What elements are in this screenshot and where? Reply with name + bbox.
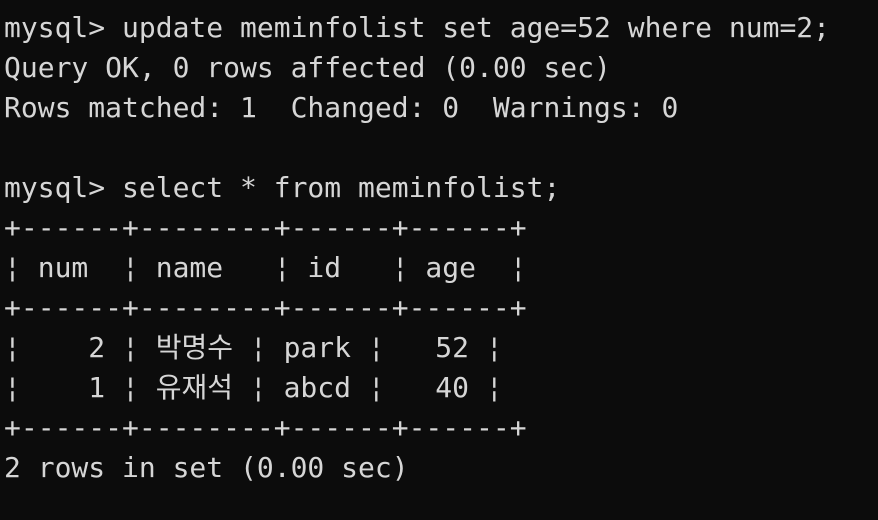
table-row: ¦ 1 ¦ 유재석 ¦ abcd ¦ 40 ¦ [4,371,503,404]
result-summary-line: 2 rows in set (0.00 sec) [4,451,409,484]
query-ok-line: Query OK, 0 rows affected (0.00 sec) [4,51,611,84]
table-border-top: +------+--------+------+------+ [4,211,527,244]
select-command-line: mysql> select * from meminfolist; [4,171,561,204]
table-border-middle: +------+--------+------+------+ [4,291,527,324]
update-command-line: mysql> update meminfolist set age=52 whe… [4,11,831,44]
table-border-bottom: +------+--------+------+------+ [4,411,527,444]
table-row: ¦ 2 ¦ 박명수 ¦ park ¦ 52 ¦ [4,331,503,364]
table-header-row: ¦ num ¦ name ¦ id ¦ age ¦ [4,251,527,284]
terminal-window[interactable]: mysql> update meminfolist set age=52 whe… [0,0,878,520]
rows-matched-line: Rows matched: 1 Changed: 0 Warnings: 0 [4,91,679,124]
